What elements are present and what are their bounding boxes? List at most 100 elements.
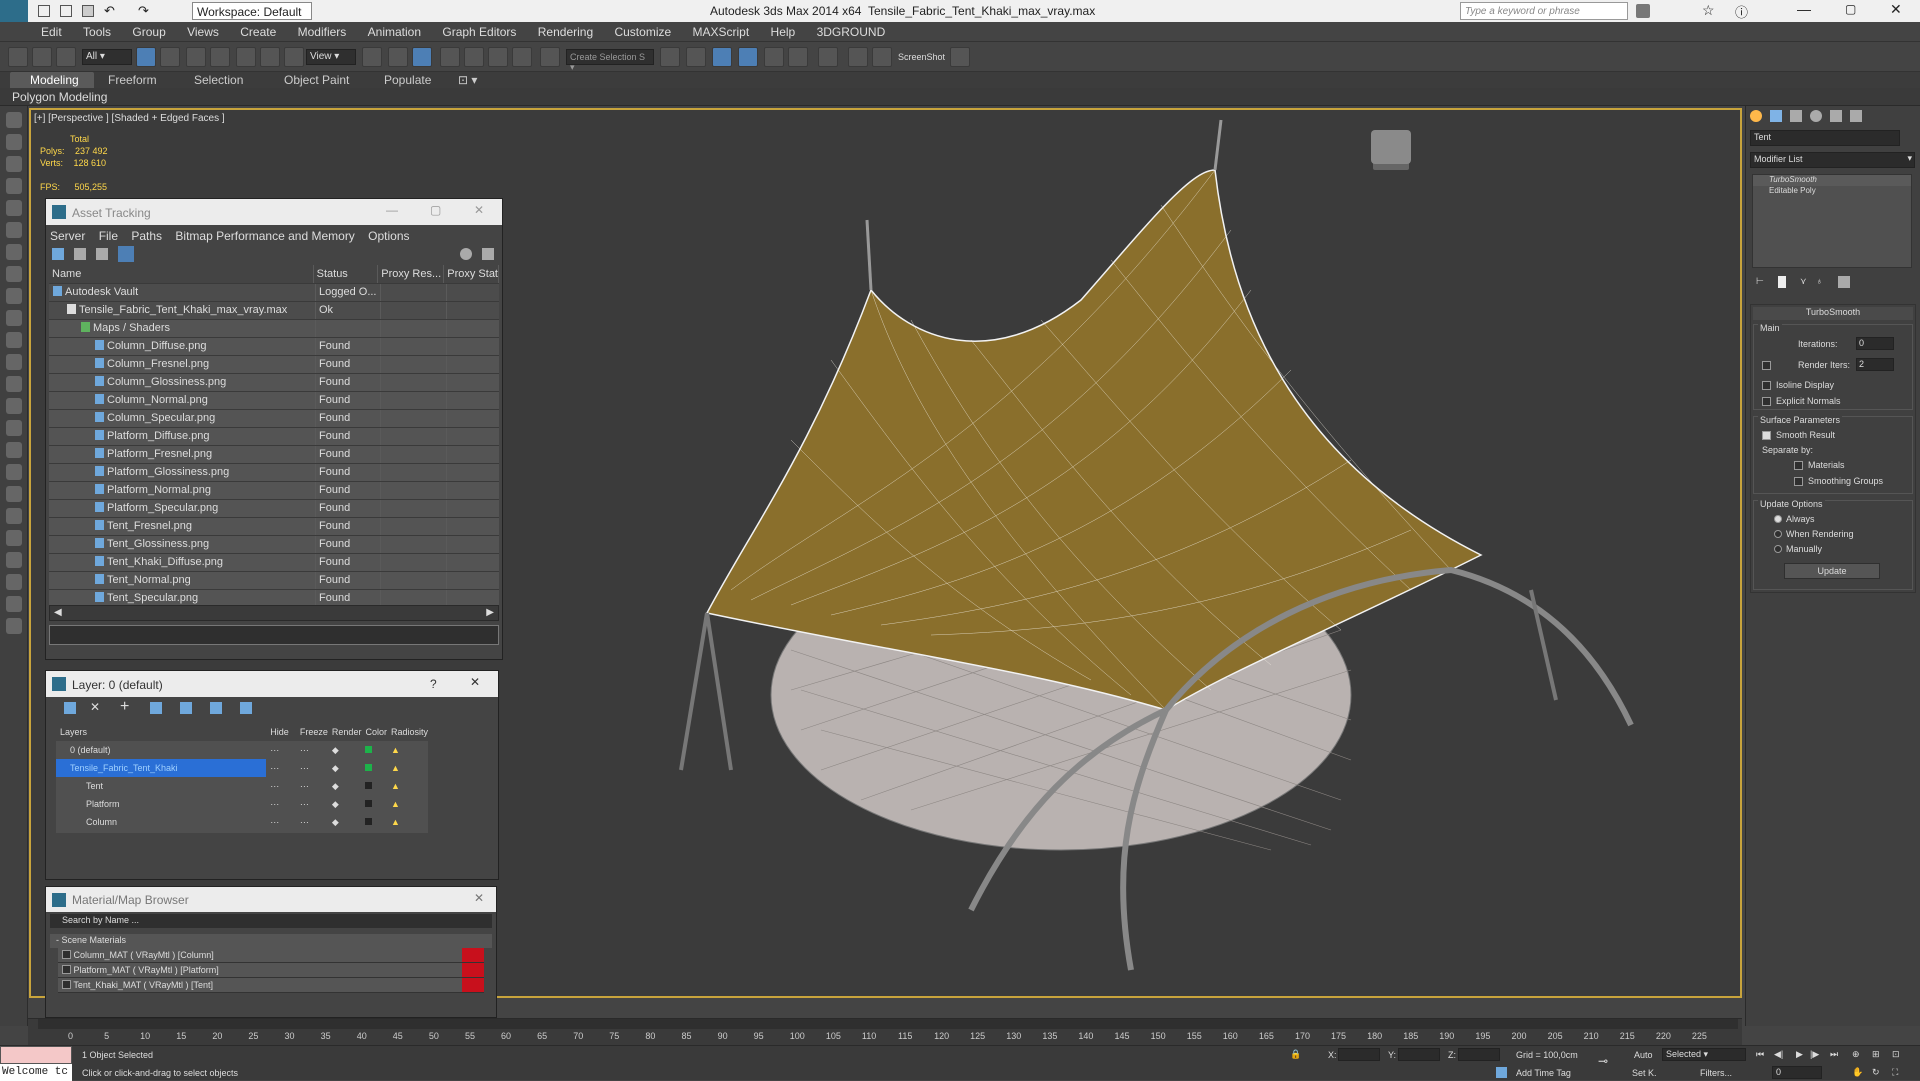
menu-rendering[interactable]: Rendering bbox=[529, 22, 602, 39]
asset-menu-options[interactable]: Options bbox=[368, 229, 409, 243]
always-radio[interactable] bbox=[1774, 515, 1782, 523]
layer-radiosity-icon[interactable]: ▲ bbox=[387, 759, 428, 777]
quick-access-save-icon[interactable] bbox=[82, 5, 94, 17]
layer-hide-toggle[interactable]: ··· bbox=[266, 759, 296, 777]
set-key-button[interactable]: Set K. bbox=[1632, 1068, 1657, 1078]
left-tool-icon[interactable] bbox=[6, 618, 22, 634]
asset-list-icon[interactable] bbox=[74, 248, 86, 260]
filters-button[interactable]: Filters... bbox=[1700, 1068, 1732, 1078]
left-tool-icon[interactable] bbox=[6, 442, 22, 458]
asset-row[interactable]: Maps / Shaders bbox=[49, 319, 499, 338]
hierarchy-tab-icon[interactable] bbox=[1790, 110, 1802, 122]
scale-icon[interactable] bbox=[284, 47, 304, 67]
menu-customize[interactable]: Customize bbox=[605, 22, 680, 39]
selection-filter-dropdown[interactable]: All ▾ bbox=[82, 49, 132, 65]
remove-modifier-icon[interactable]: ♁ bbox=[1816, 276, 1823, 286]
left-tool-icon[interactable] bbox=[6, 288, 22, 304]
asset-menu-server[interactable]: Server bbox=[50, 229, 85, 243]
asset-table-icon[interactable] bbox=[118, 246, 134, 262]
named-selection-set-dropdown[interactable]: Create Selection S ▾ bbox=[566, 49, 654, 72]
explicit-normals-checkbox[interactable] bbox=[1762, 397, 1771, 406]
asset-menu-bitmap[interactable]: Bitmap Performance and Memory bbox=[175, 229, 354, 243]
select-object-icon[interactable] bbox=[136, 47, 156, 67]
layer-hide-toggle[interactable]: ··· bbox=[266, 795, 296, 813]
layer-render-toggle[interactable]: ◆ bbox=[328, 777, 362, 795]
left-tool-icon[interactable] bbox=[6, 266, 22, 282]
go-to-end-icon[interactable]: ⏭ bbox=[1830, 1049, 1838, 1060]
add-to-layer-icon[interactable]: + bbox=[120, 698, 129, 716]
asset-row[interactable]: Platform_Glossiness.png Found bbox=[49, 463, 499, 482]
reference-coordinate-dropdown[interactable]: View ▾ bbox=[306, 49, 356, 65]
viewport-label[interactable]: [+] [Perspective ] [Shaded + Edged Faces… bbox=[34, 113, 225, 124]
key-mode-dropdown[interactable]: Selected ▾ bbox=[1662, 1048, 1746, 1061]
bind-spacewarp-icon[interactable] bbox=[56, 47, 76, 67]
left-tool-icon[interactable] bbox=[6, 464, 22, 480]
layer-radiosity-icon[interactable]: ▲ bbox=[387, 813, 428, 831]
asset-menu-file[interactable]: File bbox=[99, 229, 118, 243]
rectangular-selection-icon[interactable] bbox=[186, 47, 206, 67]
go-to-start-icon[interactable]: ⏮ bbox=[1756, 1049, 1764, 1060]
menu-edit[interactable]: Edit bbox=[32, 22, 71, 39]
pan-view-icon[interactable]: ✋ bbox=[1852, 1067, 1863, 1078]
highlight-layer-icon[interactable] bbox=[180, 702, 192, 714]
layer-col-layers[interactable]: Layers bbox=[56, 723, 266, 741]
asset-settings-icon[interactable] bbox=[482, 248, 494, 260]
scroll-right-icon[interactable]: ▶ bbox=[486, 607, 494, 618]
time-slider[interactable] bbox=[38, 1019, 1738, 1029]
menu-group[interactable]: Group bbox=[123, 22, 174, 39]
layer-color-swatch[interactable] bbox=[361, 759, 387, 777]
next-frame-icon[interactable]: |▶ bbox=[1810, 1049, 1819, 1060]
configure-modifier-sets-icon[interactable] bbox=[1838, 276, 1850, 288]
isoline-display-checkbox[interactable] bbox=[1762, 381, 1771, 390]
layer-explorer-icon[interactable] bbox=[712, 47, 732, 67]
asset-row[interactable]: Tent_Normal.png Found bbox=[49, 571, 499, 590]
left-tool-icon[interactable] bbox=[6, 156, 22, 172]
unlink-icon[interactable] bbox=[32, 47, 52, 67]
menu-3dground[interactable]: 3DGROUND bbox=[808, 22, 895, 39]
show-end-result-icon[interactable] bbox=[1778, 276, 1786, 288]
manually-radio[interactable] bbox=[1774, 545, 1782, 553]
layer-col-radiosity[interactable]: Radiosity bbox=[387, 723, 428, 741]
menu-help[interactable]: Help bbox=[762, 22, 805, 39]
asset-thumbnail-icon[interactable] bbox=[96, 248, 108, 260]
layer-render-toggle[interactable]: ◆ bbox=[328, 759, 362, 777]
minimize-button[interactable]: — bbox=[1797, 1, 1811, 17]
left-tool-icon[interactable] bbox=[6, 134, 22, 150]
keyboard-shortcut-icon[interactable] bbox=[412, 47, 432, 67]
material-scene-section[interactable]: - Scene Materials bbox=[50, 934, 492, 948]
left-tool-icon[interactable] bbox=[6, 552, 22, 568]
x-coordinate-field[interactable] bbox=[1338, 1048, 1380, 1061]
asset-tracking-titlebar[interactable]: Asset Tracking — ▢ ✕ bbox=[46, 199, 502, 225]
layer-hide-toggle[interactable]: ··· bbox=[266, 741, 296, 759]
layer-row[interactable]: Tent ··· ··· ◆ ▲ bbox=[56, 777, 428, 795]
layer-render-toggle[interactable]: ◆ bbox=[328, 813, 362, 831]
snaps-toggle-icon[interactable] bbox=[440, 47, 460, 67]
asset-row[interactable]: Platform_Diffuse.png Found bbox=[49, 427, 499, 446]
menu-maxscript[interactable]: MAXScript bbox=[684, 22, 759, 39]
menu-animation[interactable]: Animation bbox=[359, 22, 430, 39]
mirror-icon[interactable] bbox=[660, 47, 680, 67]
ribbon-tab-selection[interactable]: Selection bbox=[194, 73, 243, 87]
asset-row[interactable]: Column_Fresnel.png Found bbox=[49, 355, 499, 374]
layer-freeze-toggle[interactable]: ··· bbox=[296, 777, 328, 795]
y-coordinate-field[interactable] bbox=[1398, 1048, 1440, 1061]
layer-color-swatch[interactable] bbox=[361, 741, 387, 759]
viewcube-icon[interactable] bbox=[1371, 130, 1411, 164]
move-icon[interactable] bbox=[236, 47, 256, 67]
asset-row[interactable]: Tent_Glossiness.png Found bbox=[49, 535, 499, 554]
layer-radiosity-icon[interactable]: ▲ bbox=[387, 777, 428, 795]
window-crossing-icon[interactable] bbox=[210, 47, 230, 67]
layer-hide-toggle[interactable]: ··· bbox=[266, 813, 296, 831]
select-by-name-icon[interactable] bbox=[160, 47, 180, 67]
material-editor-icon[interactable] bbox=[818, 47, 838, 67]
modifier-list-dropdown[interactable]: Modifier List ▾ bbox=[1750, 152, 1915, 168]
asset-row[interactable]: Column_Specular.png Found bbox=[49, 409, 499, 428]
star-icon[interactable]: ☆ bbox=[1702, 2, 1715, 19]
update-button[interactable]: Update bbox=[1784, 563, 1880, 579]
layer-row[interactable]: Platform ··· ··· ◆ ▲ bbox=[56, 795, 428, 813]
render-production-icon[interactable] bbox=[950, 47, 970, 67]
maximize-button[interactable]: ▢ bbox=[1845, 2, 1856, 16]
previous-frame-icon[interactable]: ◀| bbox=[1774, 1049, 1783, 1060]
time-tag-icon[interactable] bbox=[1496, 1067, 1507, 1078]
left-tool-icon[interactable] bbox=[6, 310, 22, 326]
